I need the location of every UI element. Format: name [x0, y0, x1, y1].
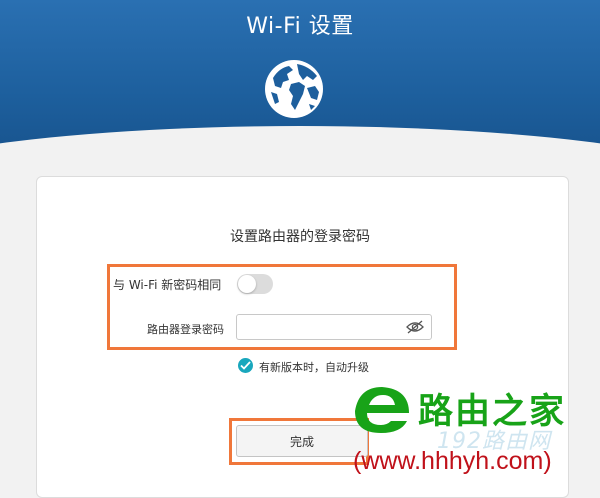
- same-as-wifi-label: 与 Wi-Fi 新密码相同: [113, 278, 222, 292]
- router-password-input[interactable]: [236, 314, 432, 340]
- globe-icon: [263, 58, 325, 120]
- watermark-logo-icon: [349, 383, 415, 437]
- header-curve: [0, 126, 600, 175]
- toggle-knob: [238, 275, 256, 293]
- auto-upgrade-label: 有新版本时，自动升级: [259, 361, 369, 374]
- watermark-url: (www.hhhyh.com): [353, 447, 552, 475]
- page-title: Wi-Fi 设置: [246, 14, 354, 39]
- router-password-label: 路由器登录密码: [147, 323, 224, 336]
- card-title: 设置路由器的登录密码: [230, 229, 370, 245]
- auto-upgrade-checkbox[interactable]: [238, 358, 253, 373]
- eye-hidden-icon[interactable]: [405, 319, 425, 335]
- checkmark-icon: [240, 361, 251, 370]
- same-as-wifi-toggle[interactable]: [237, 274, 273, 294]
